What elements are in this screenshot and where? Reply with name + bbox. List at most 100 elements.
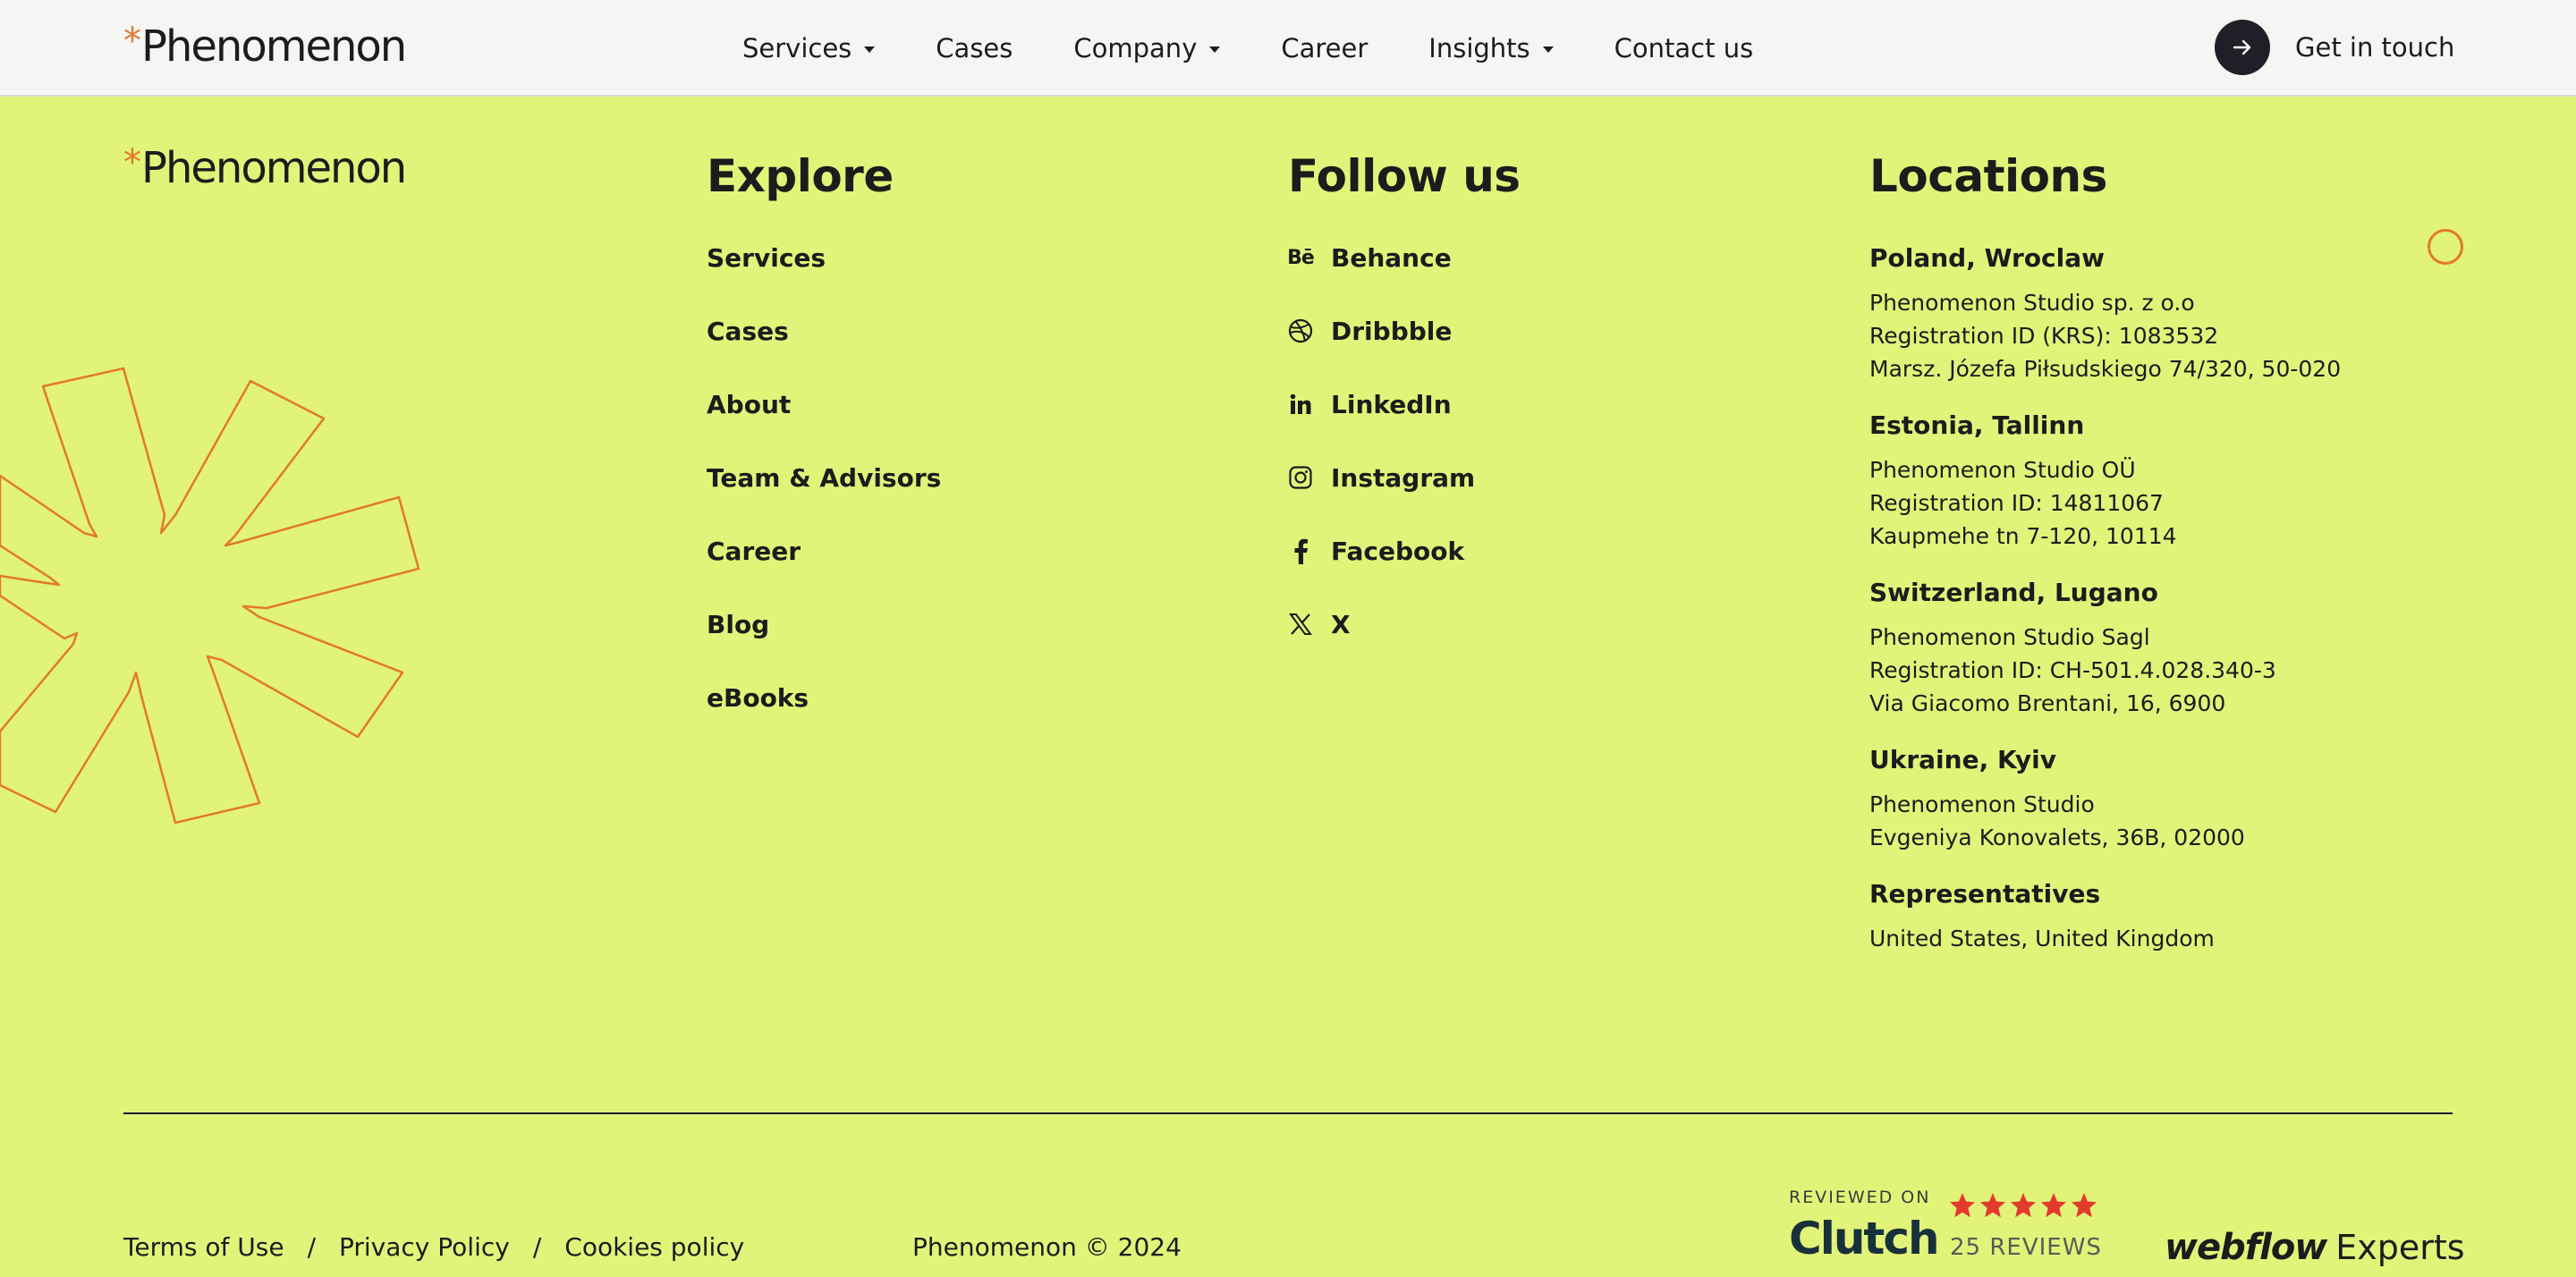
location-line: United States, United Kingdom bbox=[1869, 926, 2215, 951]
location-name: Ukraine, Kyiv bbox=[1869, 745, 2056, 774]
location-ukraine: Ukraine, Kyiv Phenomenon Studio Evgeniya… bbox=[1869, 745, 2496, 854]
locations-list: Poland, Wroclaw Phenomenon Studio sp. z … bbox=[1869, 243, 2496, 980]
separator: / bbox=[307, 1232, 316, 1262]
social-link-facebook[interactable]: Facebook bbox=[1288, 537, 1475, 610]
social-label: Dribbble bbox=[1331, 317, 1453, 346]
get-in-touch-button[interactable]: Get in touch bbox=[2215, 20, 2454, 75]
main-nav: Services Cases Company Career Insights C… bbox=[742, 30, 1814, 66]
webflow-logo: webflow bbox=[2165, 1227, 2327, 1268]
cookies-link[interactable]: Cookies policy bbox=[564, 1232, 744, 1262]
social-label: Facebook bbox=[1331, 537, 1465, 566]
location-line: Registration ID: 14811067 bbox=[1869, 490, 2164, 516]
linkedin-icon bbox=[1288, 392, 1313, 417]
explore-link-team-advisors[interactable]: Team & Advisors bbox=[707, 463, 941, 537]
location-line: Registration ID: CH-501.4.028.340-3 bbox=[1869, 657, 2276, 683]
explore-link-blog[interactable]: Blog bbox=[707, 610, 941, 683]
location-line: Marsz. Józefa Piłsudskiego 74/320, 50-02… bbox=[1869, 356, 2342, 382]
dribbble-icon bbox=[1288, 318, 1313, 343]
clutch-badge[interactable]: REVIEWED ON Clutch 25 REVIEWS bbox=[1789, 1188, 2111, 1277]
star-icon bbox=[2040, 1193, 2067, 1218]
location-representatives: Representatives United States, United Ki… bbox=[1869, 879, 2496, 955]
location-line: Kaupmehe tn 7-120, 10114 bbox=[1869, 523, 2177, 549]
location-line: Phenomenon Studio bbox=[1869, 791, 2095, 817]
top-navbar: * Phenomenon Services Cases Company Care… bbox=[0, 0, 2576, 97]
clutch-review-count: 25 REVIEWS bbox=[1950, 1234, 2102, 1261]
star-icon bbox=[2010, 1193, 2037, 1218]
logo-asterisk: * bbox=[123, 142, 141, 183]
social-label: X bbox=[1331, 610, 1351, 639]
social-link-x[interactable]: X bbox=[1288, 610, 1475, 683]
locations-title: Locations bbox=[1869, 150, 2107, 202]
decorative-asterisk-outline bbox=[0, 367, 420, 825]
behance-icon: Bē bbox=[1287, 246, 1315, 269]
site-logo[interactable]: * Phenomenon bbox=[123, 21, 407, 72]
nav-label: Insights bbox=[1428, 33, 1530, 63]
social-links: Bē Behance Dribbble LinkedIn Instagram F… bbox=[1287, 243, 1475, 683]
social-link-dribbble[interactable]: Dribbble bbox=[1288, 317, 1475, 390]
location-estonia: Estonia, Tallinn Phenomenon Studio OÜ Re… bbox=[1869, 410, 2496, 553]
location-name: Poland, Wroclaw bbox=[1869, 243, 2106, 273]
nav-item-services[interactable]: Services bbox=[742, 30, 876, 66]
location-name: Estonia, Tallinn bbox=[1869, 410, 2085, 440]
footer-logo[interactable]: * Phenomenon bbox=[123, 142, 407, 193]
cta-label: Get in touch bbox=[2295, 32, 2455, 63]
nav-label: Services bbox=[742, 33, 852, 63]
nav-label: Contact us bbox=[1614, 33, 1754, 63]
nav-item-contact[interactable]: Contact us bbox=[1614, 30, 1754, 66]
follow-title: Follow us bbox=[1288, 150, 1521, 202]
explore-link-ebooks[interactable]: eBooks bbox=[707, 683, 941, 757]
copyright: Phenomenon © 2024 bbox=[912, 1232, 1182, 1262]
location-line: Registration ID (KRS): 1083532 bbox=[1869, 323, 2219, 349]
star-icon bbox=[2071, 1193, 2097, 1218]
logo-text: Phenomenon bbox=[141, 143, 407, 193]
nav-item-insights[interactable]: Insights bbox=[1428, 30, 1554, 66]
clutch-reviewed-on: REVIEWED ON bbox=[1789, 1188, 1931, 1207]
location-name: Representatives bbox=[1869, 879, 2101, 909]
chevron-down-icon bbox=[1542, 47, 1554, 53]
webflow-experts-badge[interactable]: webflow Experts bbox=[2165, 1227, 2465, 1268]
social-link-linkedin[interactable]: LinkedIn bbox=[1288, 390, 1475, 463]
social-link-behance[interactable]: Bē Behance bbox=[1287, 243, 1475, 317]
legal-links: Terms of Use / Privacy Policy / Cookies … bbox=[123, 1232, 744, 1262]
location-line: Phenomenon Studio sp. z o.o bbox=[1869, 290, 2195, 316]
nav-label: Cases bbox=[936, 33, 1013, 63]
social-label: Behance bbox=[1331, 243, 1452, 273]
chevron-down-icon bbox=[1209, 47, 1221, 53]
instagram-icon bbox=[1288, 465, 1313, 490]
explore-link-about[interactable]: About bbox=[707, 390, 941, 463]
social-link-instagram[interactable]: Instagram bbox=[1288, 463, 1475, 537]
social-label: Instagram bbox=[1331, 463, 1476, 493]
separator: / bbox=[532, 1232, 542, 1262]
location-switzerland: Switzerland, Lugano Phenomenon Studio Sa… bbox=[1869, 578, 2496, 720]
nav-label: Company bbox=[1073, 33, 1198, 63]
logo-asterisk: * bbox=[123, 21, 141, 62]
explore-title: Explore bbox=[707, 150, 894, 202]
star-icon bbox=[1949, 1193, 1976, 1218]
logo-text: Phenomenon bbox=[141, 21, 407, 72]
social-label: LinkedIn bbox=[1331, 390, 1452, 419]
decorative-circle bbox=[2428, 229, 2463, 265]
explore-link-services[interactable]: Services bbox=[707, 243, 941, 317]
location-name: Switzerland, Lugano bbox=[1869, 578, 2158, 607]
clutch-logo: Clutch bbox=[1789, 1213, 1940, 1264]
nav-item-career[interactable]: Career bbox=[1281, 30, 1368, 66]
arrow-right-icon bbox=[2215, 20, 2270, 75]
location-line: Phenomenon Studio OÜ bbox=[1869, 457, 2136, 483]
facebook-icon bbox=[1288, 538, 1313, 564]
x-icon bbox=[1288, 612, 1313, 637]
rating-stars bbox=[1948, 1191, 2098, 1220]
location-line: Evgeniya Konovalets, 36B, 02000 bbox=[1869, 825, 2245, 850]
location-line: Via Giacomo Brentani, 16, 6900 bbox=[1869, 690, 2226, 716]
chevron-down-icon bbox=[864, 47, 876, 53]
explore-links: Services Cases About Team & Advisors Car… bbox=[707, 243, 941, 757]
star-icon bbox=[1979, 1193, 2006, 1218]
explore-link-cases[interactable]: Cases bbox=[707, 317, 941, 390]
nav-item-cases[interactable]: Cases bbox=[936, 30, 1013, 66]
nav-item-company[interactable]: Company bbox=[1073, 30, 1221, 66]
location-line: Phenomenon Studio Sagl bbox=[1869, 624, 2150, 650]
privacy-link[interactable]: Privacy Policy bbox=[339, 1232, 510, 1262]
terms-link[interactable]: Terms of Use bbox=[123, 1232, 284, 1262]
explore-link-career[interactable]: Career bbox=[707, 537, 941, 610]
nav-label: Career bbox=[1281, 33, 1368, 63]
webflow-suffix: Experts bbox=[2335, 1228, 2465, 1267]
